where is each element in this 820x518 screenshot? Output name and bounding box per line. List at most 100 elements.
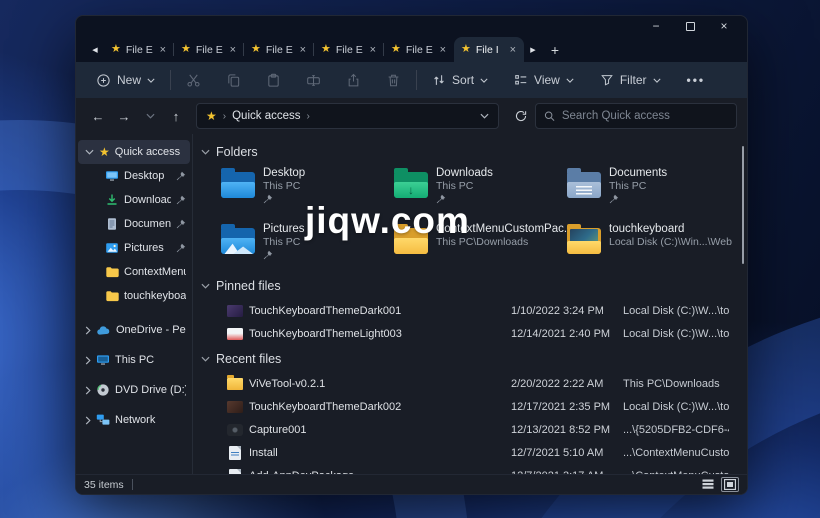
share-icon bbox=[348, 73, 359, 86]
sidebar-item-quick-access[interactable]: ★ Quick access bbox=[78, 140, 190, 164]
delete-button[interactable] bbox=[384, 69, 403, 92]
tab-file-explorer-2[interactable]: ★ File E × bbox=[173, 37, 244, 62]
large-icons-view-button[interactable] bbox=[721, 477, 739, 492]
navigation-pane: ★ Quick access Desktop Downloads Documen… bbox=[76, 134, 193, 474]
file-row[interactable]: Add-AppDevPackage 12/7/2021 3:17 AM ...\… bbox=[201, 464, 737, 474]
paste-button[interactable] bbox=[264, 69, 283, 92]
rename-button[interactable] bbox=[304, 69, 323, 92]
sidebar-item-touchkeyboard[interactable]: touchkeyboard bbox=[78, 284, 190, 308]
tab-close-icon[interactable]: × bbox=[159, 44, 167, 56]
new-button[interactable]: New bbox=[90, 69, 161, 92]
file-row[interactable]: Install 12/7/2021 5:10 AM ...\ContextMen… bbox=[201, 441, 737, 464]
chevron-right-icon[interactable] bbox=[85, 385, 91, 395]
chevron-down-icon[interactable] bbox=[201, 356, 210, 362]
maximize-button[interactable] bbox=[673, 17, 707, 35]
share-button[interactable] bbox=[344, 69, 363, 92]
new-tab-button[interactable]: + bbox=[542, 38, 568, 62]
sidebar-item-this-pc[interactable]: This PC bbox=[78, 348, 190, 372]
chevron-down-icon[interactable] bbox=[201, 283, 210, 289]
folder-with-image-icon bbox=[567, 224, 601, 254]
tab-close-icon[interactable]: × bbox=[439, 44, 447, 56]
folder-tile-documents[interactable]: Documents This PC bbox=[567, 167, 740, 214]
tab-close-icon[interactable]: × bbox=[509, 44, 517, 56]
tab-close-icon[interactable]: × bbox=[229, 44, 237, 56]
file-row[interactable]: TouchKeyboardThemeLight003 12/14/2021 2:… bbox=[201, 322, 737, 345]
tab-close-icon[interactable]: × bbox=[369, 44, 377, 56]
sidebar-item-downloads[interactable]: Downloads bbox=[78, 188, 190, 212]
filter-button[interactable]: Filter bbox=[594, 69, 667, 91]
details-view-button[interactable] bbox=[699, 477, 717, 492]
tab-label: File I bbox=[475, 43, 499, 56]
quick-access-star-icon: ★ bbox=[99, 145, 110, 159]
section-header-pinned-files[interactable]: Pinned files bbox=[201, 276, 737, 296]
file-name: Add-AppDevPackage bbox=[249, 470, 511, 475]
tab-file-explorer-4[interactable]: ★ File E × bbox=[313, 37, 384, 62]
chevron-down-icon[interactable] bbox=[201, 149, 210, 155]
quick-access-star-icon: ★ bbox=[206, 109, 217, 123]
file-date: 12/13/2021 8:52 PM bbox=[511, 423, 611, 436]
copy-button[interactable] bbox=[224, 69, 243, 92]
image-thumbnail bbox=[227, 400, 243, 413]
pictures-icon bbox=[106, 243, 118, 253]
document-lines-glyph bbox=[576, 185, 592, 195]
search-box[interactable] bbox=[535, 103, 737, 129]
section-header-folders[interactable]: Folders bbox=[201, 142, 737, 162]
file-row[interactable]: TouchKeyboardThemeDark002 12/17/2021 2:3… bbox=[201, 395, 737, 418]
section-header-recent-files[interactable]: Recent files bbox=[201, 349, 737, 369]
file-row[interactable]: TouchKeyboardThemeDark001 1/10/2022 3:24… bbox=[201, 299, 737, 322]
search-input[interactable] bbox=[561, 110, 728, 122]
minimize-button[interactable]: − bbox=[639, 17, 673, 35]
tab-file-explorer-3[interactable]: ★ File E × bbox=[243, 37, 314, 62]
sidebar-item-dvd-drive[interactable]: DVD Drive (D:) CCCO bbox=[78, 378, 190, 402]
tab-label: File E bbox=[265, 43, 293, 56]
view-button[interactable]: View bbox=[508, 69, 580, 91]
tab-close-icon[interactable]: × bbox=[299, 44, 307, 56]
tab-scroll-right-button[interactable]: ▶ bbox=[524, 38, 542, 62]
chevron-right-icon[interactable] bbox=[85, 415, 91, 425]
tab-file-explorer-1[interactable]: ★ File E × bbox=[104, 37, 174, 62]
breadcrumb-quick-access[interactable]: Quick access bbox=[232, 110, 300, 122]
file-date: 12/14/2021 2:40 PM bbox=[511, 327, 611, 340]
file-row[interactable]: ViVeTool-v0.2.1 2/20/2022 2:22 AM This P… bbox=[201, 372, 737, 395]
vertical-scrollbar[interactable] bbox=[742, 146, 744, 264]
file-date: 1/10/2022 3:24 PM bbox=[511, 304, 604, 317]
address-dropdown-chevron-icon[interactable] bbox=[480, 113, 489, 119]
file-location: This PC\Downloads bbox=[623, 377, 720, 390]
trash-icon bbox=[388, 74, 399, 86]
downloads-icon bbox=[107, 194, 117, 205]
rename-icon bbox=[307, 74, 320, 86]
close-button[interactable]: × bbox=[707, 17, 741, 35]
refresh-icon bbox=[515, 110, 527, 122]
recent-locations-button[interactable] bbox=[138, 104, 162, 128]
refresh-button[interactable] bbox=[509, 104, 533, 128]
sidebar-item-documents[interactable]: Documents bbox=[78, 212, 190, 236]
file-action-icons bbox=[184, 69, 403, 92]
address-bar[interactable]: ★ › Quick access › bbox=[196, 103, 499, 129]
tab-file-explorer-active[interactable]: ★ File I × bbox=[454, 37, 524, 62]
tab-scroll-left-button[interactable]: ◀ bbox=[86, 38, 104, 62]
sort-button[interactable]: Sort bbox=[426, 69, 494, 91]
status-bar: 35 items bbox=[76, 474, 747, 494]
sidebar-item-onedrive[interactable]: OneDrive - Personal bbox=[78, 318, 190, 342]
file-location: Local Disk (C:)\W...\touchkeyboard bbox=[623, 304, 729, 317]
file-row[interactable]: Capture001 12/13/2021 8:52 PM ...\{5205D… bbox=[201, 418, 737, 441]
forward-button[interactable]: → bbox=[112, 104, 136, 128]
tab-label: File E bbox=[125, 43, 153, 56]
sidebar-item-contextmenucust[interactable]: ContextMenuCust bbox=[78, 260, 190, 284]
chevron-right-icon[interactable] bbox=[85, 325, 91, 335]
script-file-icon bbox=[229, 445, 241, 460]
tab-file-explorer-5[interactable]: ★ File E × bbox=[383, 37, 454, 62]
chevron-down-icon[interactable] bbox=[85, 149, 94, 155]
chevron-right-icon[interactable] bbox=[85, 355, 91, 365]
toolbar-divider bbox=[416, 70, 418, 90]
network-icon bbox=[96, 414, 110, 425]
sidebar-item-pictures[interactable]: Pictures bbox=[78, 236, 190, 260]
back-button[interactable]: ← bbox=[86, 104, 110, 128]
see-more-button[interactable]: ••• bbox=[681, 69, 712, 91]
folder-tile-touchkeyboard[interactable]: touchkeyboard Local Disk (C:)\Win...\Web bbox=[567, 223, 740, 270]
sidebar-item-desktop[interactable]: Desktop bbox=[78, 164, 190, 188]
sidebar-item-network[interactable]: Network bbox=[78, 408, 190, 432]
cut-button[interactable] bbox=[184, 69, 203, 92]
up-button[interactable]: ↑ bbox=[164, 104, 188, 128]
